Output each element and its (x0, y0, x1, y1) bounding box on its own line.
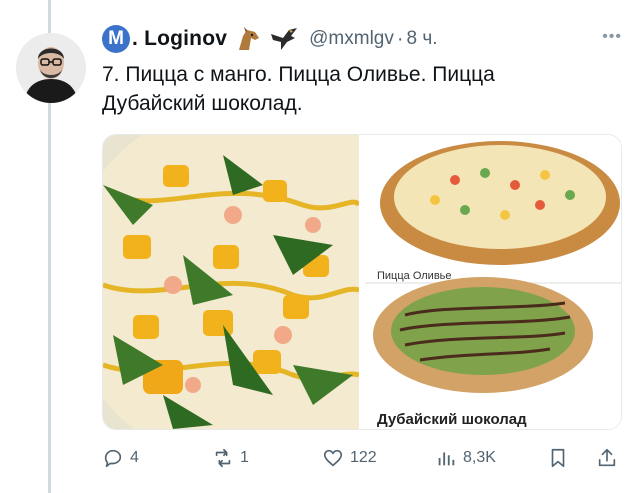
repost-count: 1 (240, 449, 249, 466)
right-images: Пицца Оливье Дубайский шоколад (365, 135, 621, 429)
heart-icon (323, 449, 343, 467)
media-grid: Пицца Оливье Дубайский шоколад (102, 134, 622, 430)
post-header: M . Loginov @mxmlgv · 8 ч. ••• (102, 24, 622, 54)
views-chart-icon (438, 452, 455, 466)
author-handle[interactable]: @mxmlgv (309, 28, 394, 50)
like-button[interactable]: 122 (322, 447, 377, 469)
views-count: 8,3K (463, 449, 496, 466)
post[interactable]: M . Loginov @mxmlgv · 8 ч. ••• 7. Пицца … (102, 24, 622, 430)
avatar[interactable] (16, 33, 86, 103)
share-icon (598, 448, 616, 467)
like-count: 122 (350, 449, 377, 466)
post-text-line: 7. Пицца с манго. Пицца Оливье. Пицца (102, 63, 495, 86)
separator-dot: · (396, 27, 404, 50)
post-text-line: Дубайский шоколад. (102, 92, 303, 115)
bookmark-icon (551, 448, 565, 468)
horse-head-icon (239, 27, 260, 50)
post-time[interactable]: 8 ч. (407, 28, 438, 50)
author-name[interactable]: . Loginov (132, 27, 227, 51)
reply-count: 4 (130, 449, 139, 466)
pizza-right-column-images[interactable] (365, 135, 621, 429)
olivier-pizza-caption: Пицца Оливье (377, 270, 452, 282)
share-button[interactable] (596, 447, 618, 469)
action-bar: 4 1 122 8,3K (102, 443, 622, 473)
more-options-icon[interactable]: ••• (602, 28, 622, 46)
mango-pizza-image (103, 135, 359, 429)
repost-button[interactable]: 1 (212, 447, 249, 469)
verified-badge-icon: M (102, 25, 130, 53)
dubai-chocolate-pizza-caption: Дубайский шоколад (377, 411, 527, 428)
reply-button[interactable]: 4 (102, 447, 139, 469)
views-button[interactable]: 8,3K (435, 447, 496, 469)
post-text: 7. Пицца с манго. Пицца Оливье. Пицца Ду… (102, 60, 602, 118)
avatar-image (16, 33, 86, 103)
bookmark-button[interactable] (547, 447, 569, 469)
repost-icon (215, 448, 231, 468)
eagle-icon (271, 28, 298, 50)
reply-icon (104, 449, 122, 468)
mango-pizza-photo[interactable] (103, 135, 359, 429)
